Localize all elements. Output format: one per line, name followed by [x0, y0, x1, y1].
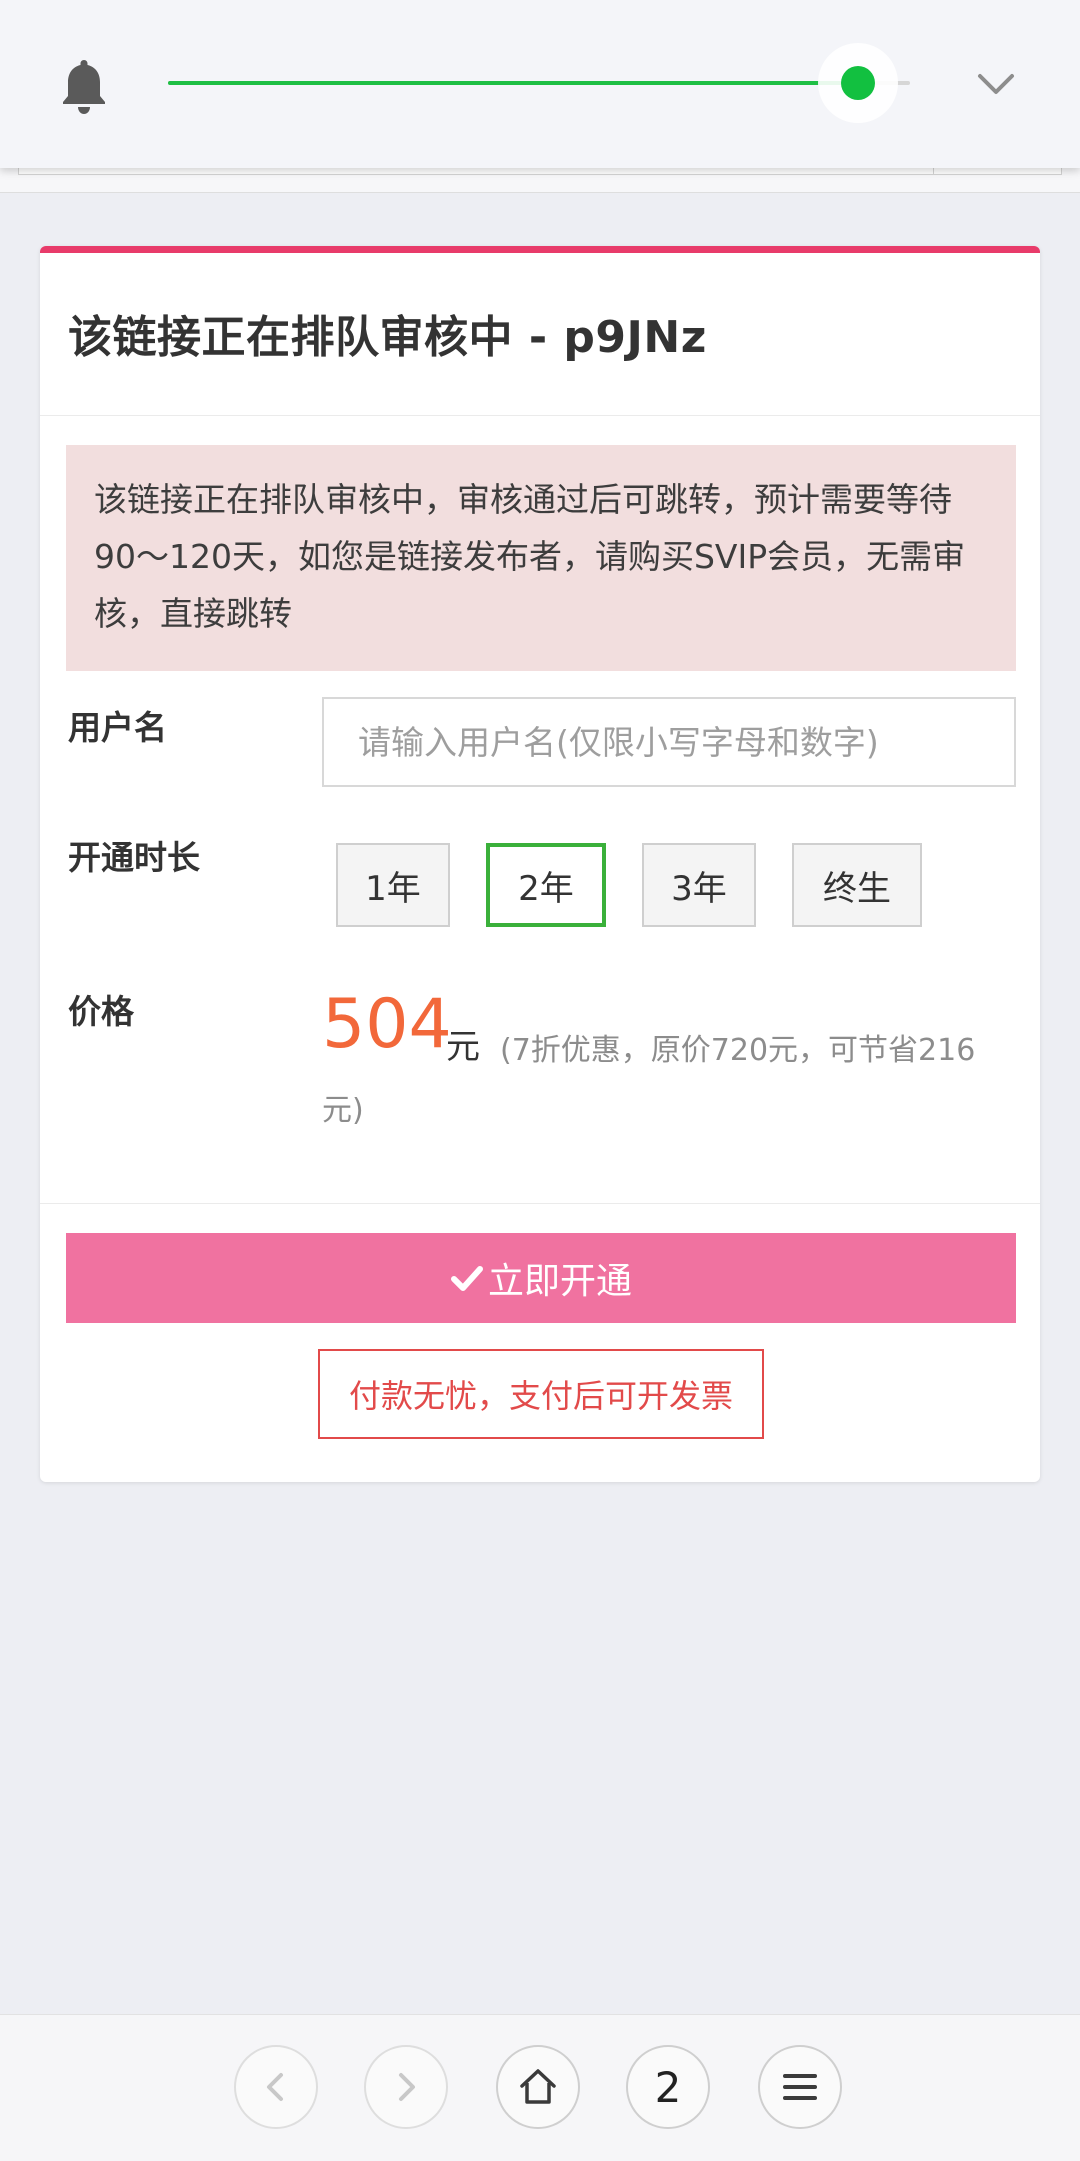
bell-icon[interactable]: [58, 56, 110, 116]
duration-option-1y[interactable]: 1年: [336, 843, 450, 927]
volume-panel: [0, 0, 1080, 168]
username-label: 用户名: [68, 708, 167, 747]
duration-label: 开通时长: [68, 838, 200, 877]
home-button[interactable]: [496, 2045, 580, 2129]
tab-count: 2: [654, 2062, 682, 2112]
volume-slider-fill: [168, 81, 859, 85]
duration-option-lifetime[interactable]: 终生: [792, 843, 922, 927]
menu-icon: [783, 2074, 817, 2100]
back-button[interactable]: [234, 2045, 318, 2129]
price-label: 价格: [68, 992, 134, 1031]
menu-button[interactable]: [758, 2045, 842, 2129]
home-icon: [520, 2069, 556, 2104]
forward-button[interactable]: [364, 2045, 448, 2129]
alert-message: 该链接正在排队审核中，审核通过后可跳转，预计需要等待90～120天，如您是链接发…: [66, 445, 1016, 671]
review-card: 该链接正在排队审核中 - p9JNz 该链接正在排队审核中，审核通过后可跳转，预…: [40, 246, 1040, 1482]
page-title: 该链接正在排队审核中 - p9JNz: [68, 312, 707, 363]
activate-button[interactable]: 立即开通: [66, 1233, 1016, 1323]
username-input[interactable]: [322, 697, 1016, 787]
price-discount-note-end: 元): [322, 1093, 364, 1128]
volume-slider[interactable]: [168, 81, 910, 85]
price-unit: 元: [446, 1027, 480, 1067]
tabs-button[interactable]: 2: [626, 2045, 710, 2129]
check-icon: [450, 1266, 483, 1291]
arrow-left-icon: [267, 2073, 283, 2101]
divider: [40, 415, 1040, 416]
price-discount-note: (7折优惠，原价720元，可节省216: [500, 1033, 976, 1068]
browser-bottom-bar: 2: [0, 2014, 1080, 2161]
invoice-note: 付款无忧，支付后可开发票: [318, 1349, 764, 1439]
chevron-down-icon[interactable]: [974, 62, 1018, 106]
arrow-right-icon: [399, 2073, 415, 2101]
price-value: 504: [322, 985, 452, 1064]
duration-option-2y[interactable]: 2年: [486, 843, 606, 927]
volume-slider-knob[interactable]: [841, 66, 876, 100]
activate-button-label: 立即开通: [487, 1261, 632, 1302]
divider: [40, 1203, 1040, 1204]
duration-option-3y[interactable]: 3年: [642, 843, 756, 927]
